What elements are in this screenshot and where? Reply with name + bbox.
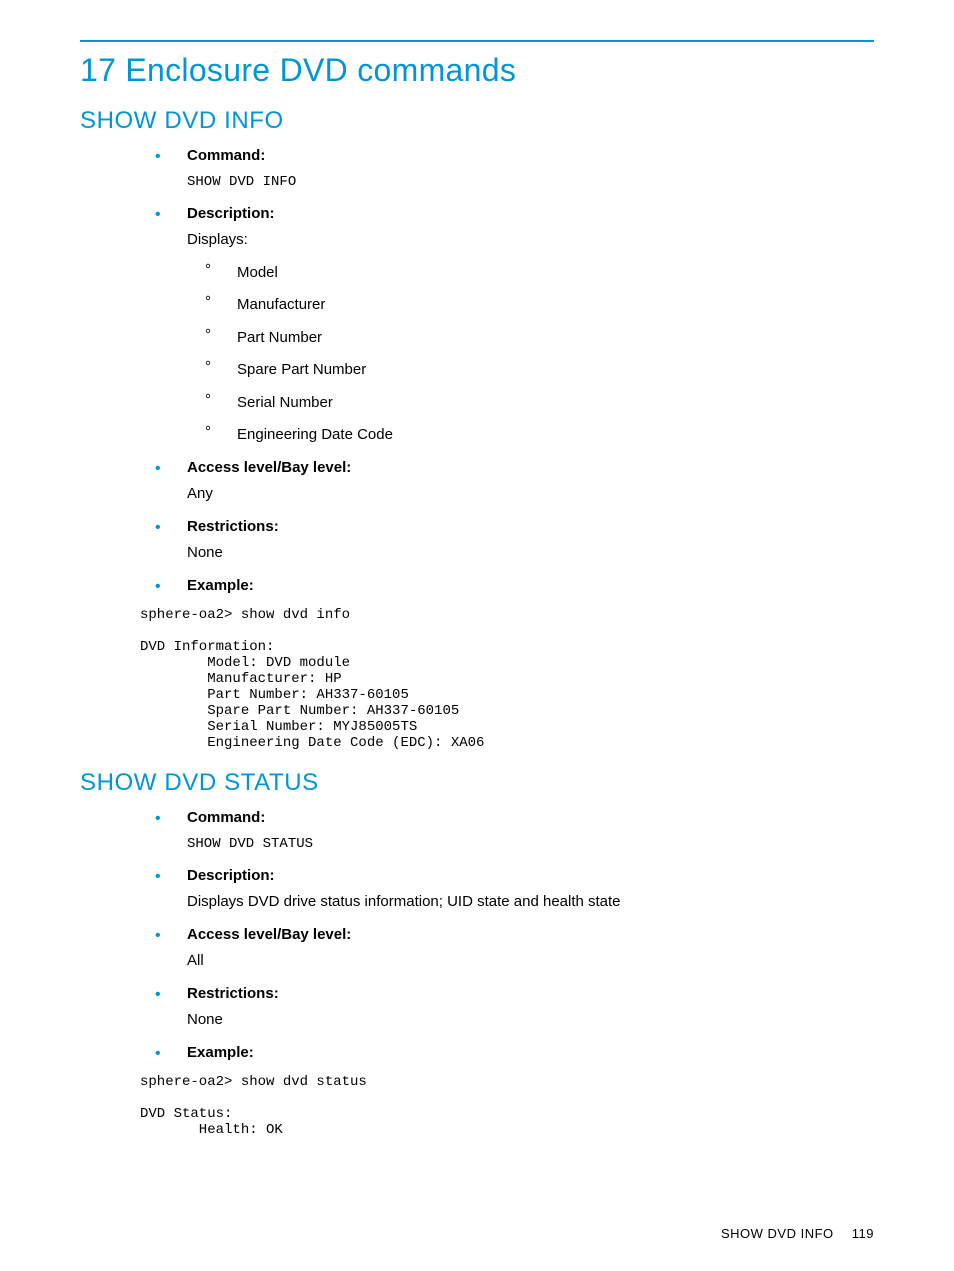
command-value: SHOW DVD STATUS	[187, 834, 874, 855]
desc-sub-item: Manufacturer	[205, 294, 874, 317]
restrictions-item: Restrictions: None	[155, 983, 874, 1032]
section-heading: SHOW DVD INFO	[80, 107, 874, 135]
section-list: Command: SHOW DVD STATUS Description: Di…	[80, 807, 874, 1064]
page-footer: SHOW DVD INFO 119	[721, 1226, 874, 1241]
description-intro: Displays:	[187, 229, 874, 252]
description-label: Description:	[187, 205, 275, 222]
command-value: SHOW DVD INFO	[187, 172, 874, 193]
access-label: Access level/Bay level:	[187, 459, 351, 476]
access-label: Access level/Bay level:	[187, 926, 351, 943]
desc-sub-item: Serial Number	[205, 392, 874, 415]
example-label: Example:	[187, 577, 254, 594]
example-output: sphere-oa2> show dvd status DVD Status: …	[140, 1074, 874, 1138]
access-value: Any	[187, 483, 874, 506]
desc-sub-item: Part Number	[205, 327, 874, 350]
desc-sub-item: Spare Part Number	[205, 359, 874, 382]
description-item: Description: Displays: Model Manufacture…	[155, 203, 874, 447]
desc-sub-item: Engineering Date Code	[205, 424, 874, 447]
example-item: Example:	[155, 575, 874, 598]
command-label: Command:	[187, 147, 265, 164]
restrictions-label: Restrictions:	[187, 985, 279, 1002]
command-label: Command:	[187, 809, 265, 826]
description-sublist: Model Manufacturer Part Number Spare Par…	[187, 262, 874, 447]
desc-sub-item: Model	[205, 262, 874, 285]
example-output: sphere-oa2> show dvd info DVD Informatio…	[140, 607, 874, 751]
top-rule	[80, 40, 874, 42]
command-item: Command: SHOW DVD INFO	[155, 145, 874, 193]
command-item: Command: SHOW DVD STATUS	[155, 807, 874, 855]
example-label: Example:	[187, 1044, 254, 1061]
footer-page-number: 119	[852, 1226, 874, 1241]
restrictions-item: Restrictions: None	[155, 516, 874, 565]
restrictions-value: None	[187, 1009, 874, 1032]
access-item: Access level/Bay level: All	[155, 924, 874, 973]
page: 17 Enclosure DVD commands SHOW DVD INFO …	[0, 0, 954, 1271]
access-item: Access level/Bay level: Any	[155, 457, 874, 506]
description-text: Displays DVD drive status information; U…	[187, 891, 874, 914]
chapter-title: 17 Enclosure DVD commands	[80, 52, 874, 89]
description-item: Description: Displays DVD drive status i…	[155, 865, 874, 914]
example-item: Example:	[155, 1042, 874, 1065]
restrictions-value: None	[187, 542, 874, 565]
section-list: Command: SHOW DVD INFO Description: Disp…	[80, 145, 874, 597]
access-value: All	[187, 950, 874, 973]
restrictions-label: Restrictions:	[187, 518, 279, 535]
description-label: Description:	[187, 867, 275, 884]
section-heading: SHOW DVD STATUS	[80, 769, 874, 797]
footer-section: SHOW DVD INFO	[721, 1226, 834, 1241]
